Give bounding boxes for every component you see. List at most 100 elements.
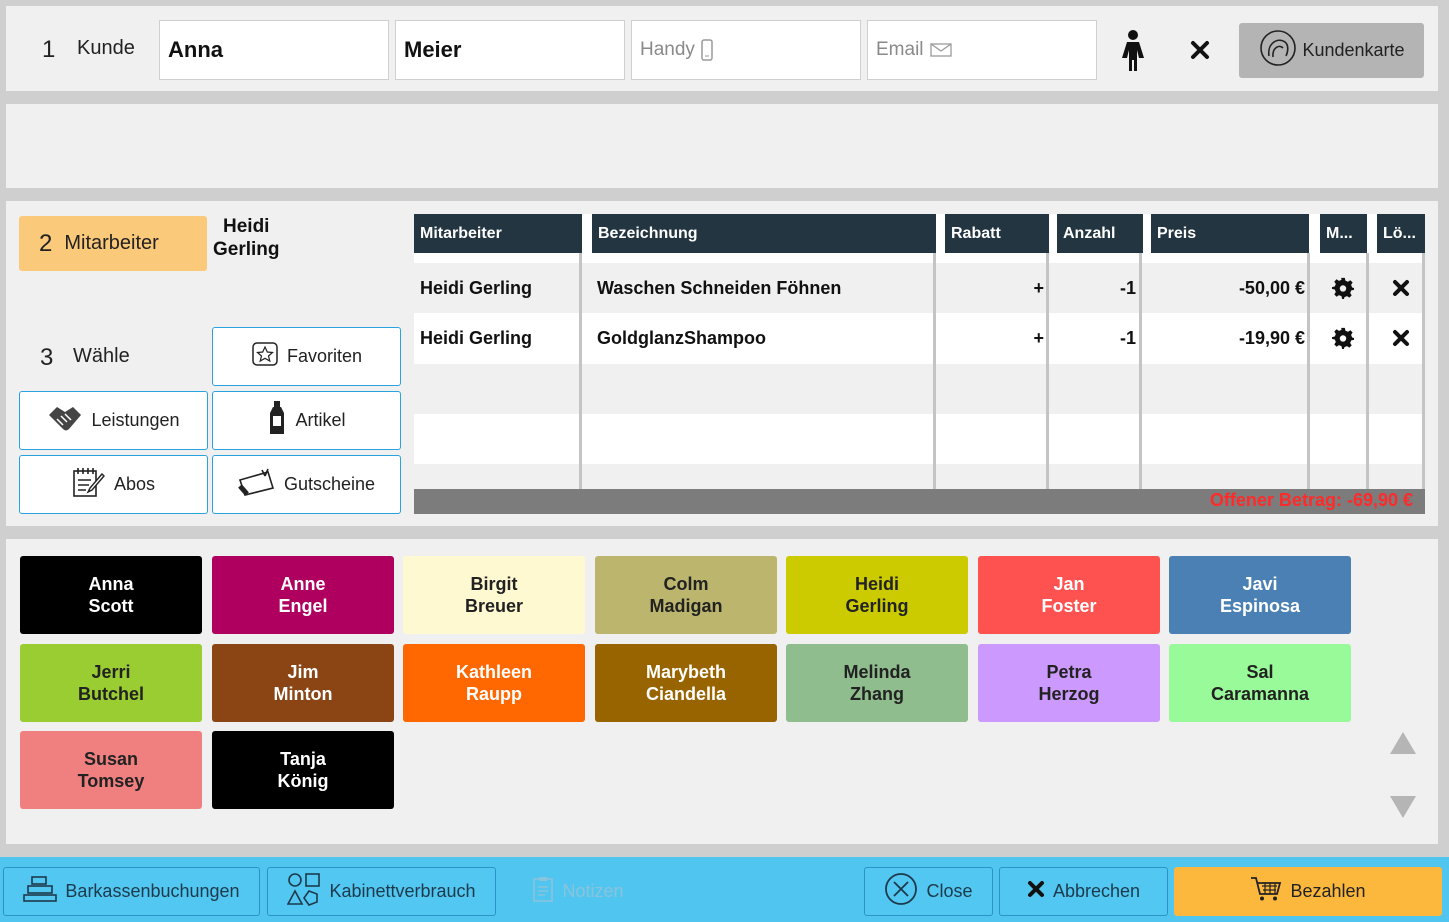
staff-last-name: Zhang (850, 684, 904, 704)
staff-first-name: Petra (1046, 662, 1092, 682)
staff-tile[interactable]: Birgit Breuer (403, 556, 585, 634)
table-row[interactable]: Heidi Gerling GoldglanzShampoo + -1 -19,… (414, 313, 1422, 363)
row-description: GoldglanzShampoo (597, 327, 766, 348)
header-delete[interactable]: Lö... (1377, 214, 1425, 253)
bottle-icon (267, 400, 287, 441)
staff-tile[interactable]: Kathleen Raupp (403, 644, 585, 722)
header-modify[interactable]: M... (1320, 214, 1367, 253)
header-mitarbeiter[interactable]: Mitarbeiter (414, 214, 582, 253)
staff-last-name: Tomsey (77, 771, 145, 791)
row-discount[interactable]: + (1014, 313, 1044, 363)
staff-tile[interactable]: Petra Herzog (978, 644, 1160, 722)
first-name-field[interactable]: Anna (159, 20, 389, 80)
clear-customer-icon[interactable] (1190, 40, 1210, 65)
close-label: Close (926, 881, 973, 901)
staff-last-name: Gerling (845, 596, 909, 616)
staff-tile[interactable]: Anna Scott (20, 556, 202, 634)
order-table: Mitarbeiter Bezeichnung Rabatt Anzahl Pr… (414, 214, 1425, 514)
staff-last-name: König (277, 771, 329, 791)
gear-icon[interactable] (1332, 313, 1354, 363)
staff-first-name: Javi (1242, 574, 1278, 594)
staff-tile[interactable]: Jim Minton (212, 644, 394, 722)
phone-placeholder: Handy (640, 39, 695, 60)
shopping-cart-icon (1250, 876, 1282, 907)
staff-first-name: Jerri (91, 662, 131, 682)
close-button[interactable]: Close (864, 867, 993, 916)
staff-tile[interactable]: Colm Madigan (595, 556, 777, 634)
header-anzahl[interactable]: Anzahl (1057, 214, 1143, 253)
staff-tile[interactable]: Anne Engel (212, 556, 394, 634)
row-price: -19,90 € (1238, 327, 1305, 348)
column-divider (1422, 253, 1425, 489)
cancel-button[interactable]: Abbrechen (999, 867, 1168, 916)
employee-step-button[interactable]: 2 Mitarbeiter (19, 216, 207, 271)
subscriptions-button[interactable]: Abos (19, 455, 208, 514)
staff-last-name: Scott (88, 596, 134, 616)
services-button[interactable]: Leistungen (19, 391, 208, 450)
staff-last-name: Butchel (77, 684, 144, 704)
vouchers-button[interactable]: Gutscheine (212, 455, 401, 514)
column-divider (1307, 253, 1310, 489)
staff-first-name: Kathleen (455, 662, 533, 682)
pay-label: Bezahlen (1290, 881, 1366, 901)
table-row[interactable]: Heidi Gerling Waschen Schneiden Föhnen +… (414, 263, 1422, 313)
customer-step-number: 1 (42, 36, 56, 63)
star-icon (251, 341, 279, 372)
row-discount[interactable]: + (1014, 263, 1044, 313)
staff-first-name: Melinda (843, 662, 911, 682)
staff-first-name: Birgit (470, 574, 518, 594)
gift-card-icon (238, 468, 276, 501)
delete-icon[interactable] (1392, 263, 1410, 313)
envelope-icon (929, 43, 952, 57)
notepad-pen-icon (72, 466, 106, 503)
staff-first-name: Marybeth (645, 662, 726, 682)
staff-first-name: Susan (83, 749, 139, 769)
column-divider (1139, 253, 1142, 489)
selected-employee-first: Heidi (223, 216, 270, 237)
header-rabatt[interactable]: Rabatt (945, 214, 1049, 253)
staff-last-name: Minton (273, 684, 333, 704)
staff-tile[interactable]: Javi Espinosa (1169, 556, 1351, 634)
selected-employee-name: Heidi Gerling (213, 215, 280, 261)
cash-bookings-button[interactable]: Barkassenbuchungen (3, 867, 260, 916)
staff-tile[interactable]: Marybeth Ciandella (595, 644, 777, 722)
phone-field[interactable]: Handy (631, 20, 861, 80)
articles-button[interactable]: Artikel (212, 391, 401, 450)
staff-first-name: Anna (88, 574, 134, 594)
scroll-down-arrow-icon[interactable] (1389, 795, 1417, 824)
articles-label: Artikel (295, 410, 346, 430)
row-quantity[interactable]: -1 (1094, 263, 1136, 313)
staff-first-name: Anne (280, 574, 326, 594)
staff-tile[interactable]: Sal Caramanna (1169, 644, 1351, 722)
cabinet-usage-button[interactable]: Kabinettverbrauch (267, 867, 496, 916)
staff-tile[interactable]: Melinda Zhang (786, 644, 968, 722)
favorites-label: Favoriten (286, 346, 363, 366)
staff-tile[interactable]: Jan Foster (978, 556, 1160, 634)
scroll-up-arrow-icon[interactable] (1389, 731, 1417, 760)
staff-tile[interactable]: Heidi Gerling (786, 556, 968, 634)
row-quantity[interactable]: -1 (1094, 313, 1136, 363)
cash-register-icon (23, 876, 58, 907)
email-field[interactable]: Email (867, 20, 1097, 80)
staff-last-name: Breuer (464, 596, 524, 616)
cancel-x-icon (1027, 880, 1045, 903)
staff-tile[interactable]: Jerri Butchel (20, 644, 202, 722)
shapes-icon (287, 872, 321, 911)
employee-step-number: 2 (39, 229, 53, 257)
staff-last-name: Engel (278, 596, 328, 616)
customer-card-button[interactable]: Kundenkarte (1239, 23, 1424, 78)
female-gender-icon[interactable] (1120, 30, 1146, 77)
header-bezeichnung[interactable]: Bezeichnung (592, 214, 936, 253)
notes-button[interactable]: Notizen (518, 867, 638, 916)
column-divider (1366, 253, 1369, 489)
staff-tile[interactable]: Susan Tomsey (20, 731, 202, 809)
favorites-button[interactable]: Favoriten (212, 327, 401, 386)
header-preis[interactable]: Preis (1151, 214, 1309, 253)
email-placeholder: Email (876, 39, 924, 60)
last-name-field[interactable]: Meier (395, 20, 625, 80)
delete-icon[interactable] (1392, 313, 1410, 363)
staff-tile[interactable]: Tanja König (212, 731, 394, 809)
pay-button[interactable]: Bezahlen (1174, 867, 1442, 916)
row-description: Waschen Schneiden Föhnen (597, 277, 842, 298)
gear-icon[interactable] (1332, 263, 1354, 313)
